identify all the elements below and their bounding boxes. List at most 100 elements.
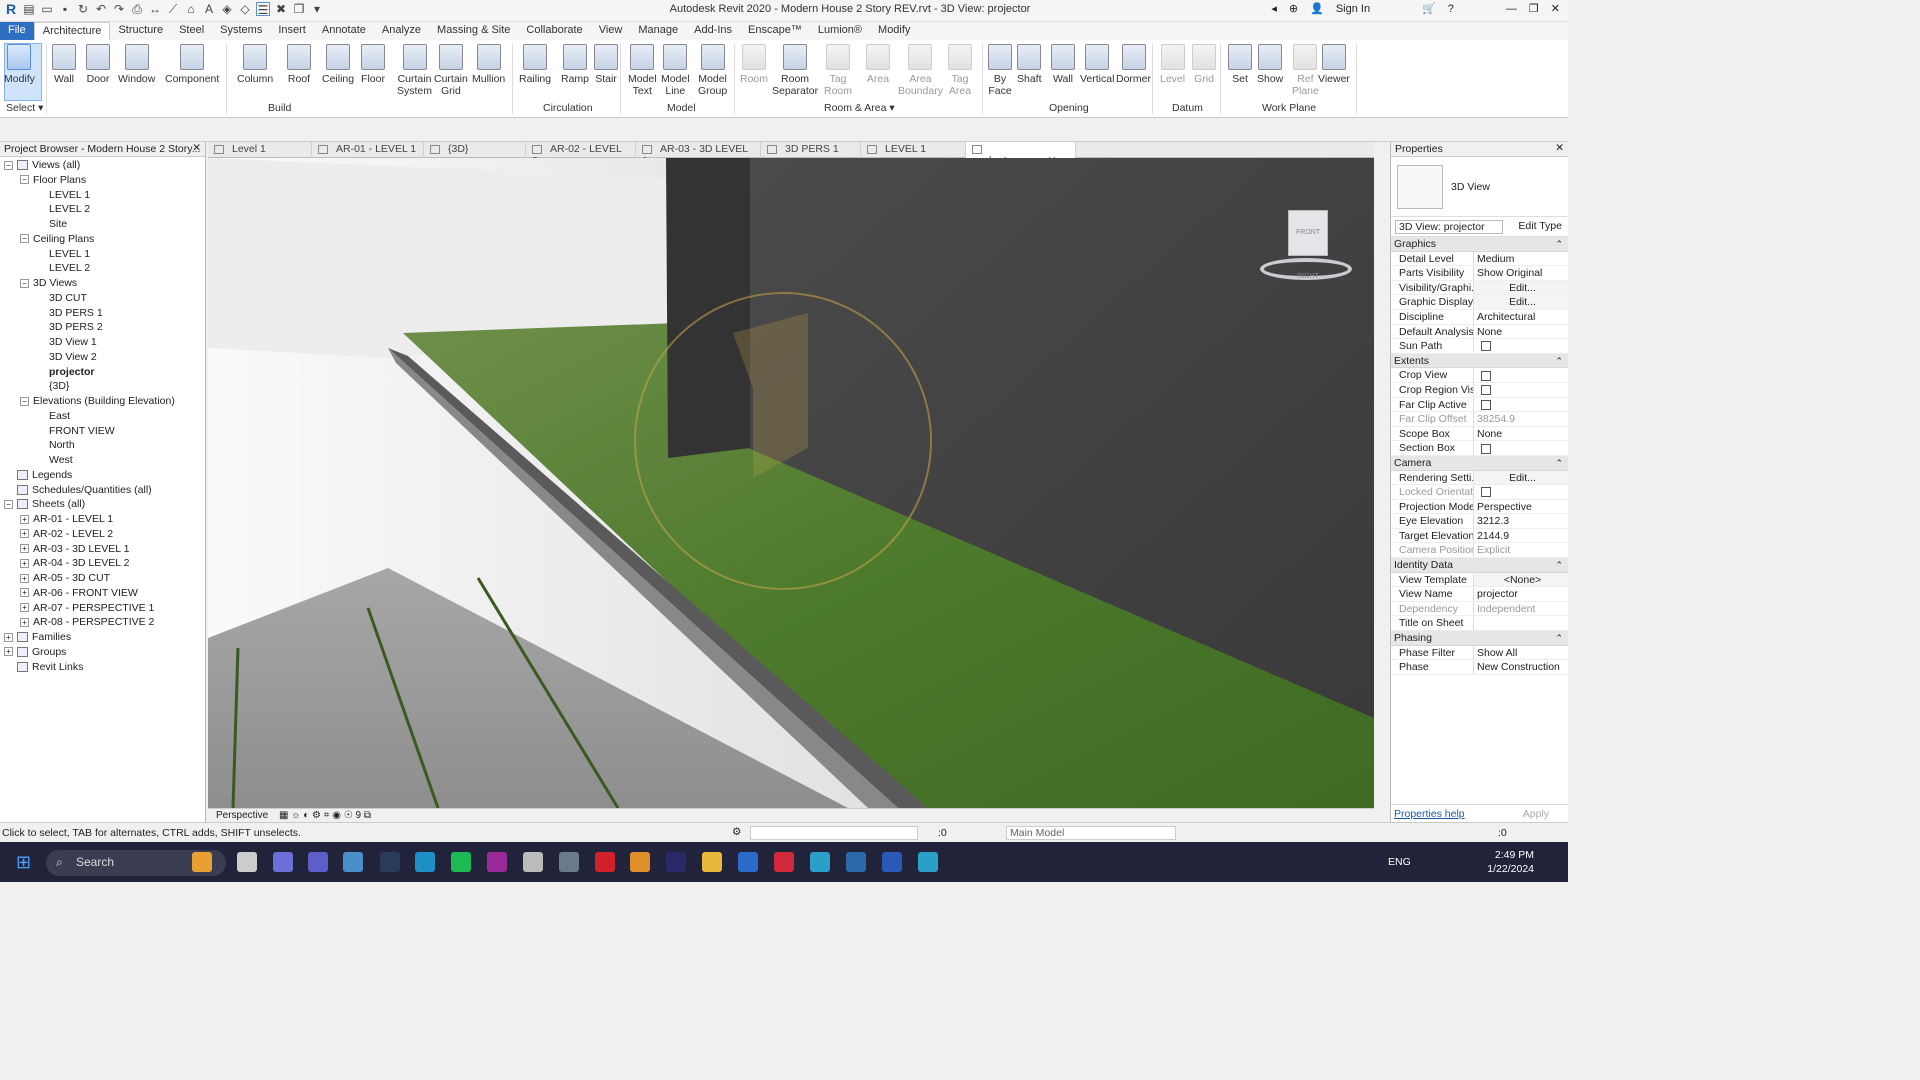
browser-item[interactable]: 3D View 2 [0, 350, 205, 365]
tab-systems[interactable]: Systems [212, 22, 270, 40]
model-group-tool[interactable]: Model Group [698, 44, 727, 97]
collapse-section-icon[interactable]: ⌃ [1555, 631, 1563, 646]
after-effects-icon[interactable] [666, 852, 686, 872]
browser-item[interactable]: − Views (all) [0, 158, 205, 173]
collapse-section-icon[interactable]: ⌃ [1555, 354, 1563, 369]
view-tab[interactable]: 3D PERS 1 [761, 142, 861, 158]
lightroom-classic-icon[interactable] [380, 852, 400, 872]
start-icon[interactable]: ⊞ [16, 852, 31, 873]
property-value[interactable] [1474, 339, 1568, 353]
collapse-icon[interactable]: − [20, 278, 29, 288]
property-value[interactable]: Medium [1474, 252, 1568, 266]
property-value[interactable] [1474, 398, 1568, 412]
opera-icon[interactable] [595, 852, 615, 872]
widgets-icon[interactable] [192, 852, 212, 872]
browser-item[interactable]: {3D} [0, 379, 205, 394]
column-tool[interactable]: Column [237, 44, 273, 85]
mullion-tool[interactable]: Mullion [472, 44, 505, 85]
expand-icon[interactable]: + [4, 647, 13, 657]
close-icon[interactable]: ✕ [1551, 2, 1560, 15]
apply-button[interactable]: Apply [1523, 808, 1549, 820]
modify-tool[interactable]: Modify [4, 44, 35, 85]
property-value[interactable]: None [1474, 427, 1568, 441]
browser-item[interactable]: − Floor Plans [0, 173, 205, 188]
tab-insert[interactable]: Insert [270, 22, 314, 40]
shaft-tool[interactable]: Shaft [1017, 44, 1042, 85]
browser-item[interactable]: North [0, 438, 205, 453]
browser-item[interactable]: + Families [0, 630, 205, 645]
property-value[interactable]: 3212.3 [1474, 514, 1568, 528]
floor-tool[interactable]: Floor [361, 44, 385, 85]
collapse-icon[interactable]: − [20, 234, 29, 244]
browser-item[interactable]: projector [0, 365, 205, 380]
property-value[interactable] [1474, 616, 1568, 630]
panel-label-select-label[interactable]: Select ▾ [6, 102, 43, 114]
wall-tool[interactable]: Wall [52, 44, 76, 85]
taskbar-clock[interactable]: 2:49 PM 1/22/2024 [1487, 848, 1534, 876]
worksharing-icon[interactable]: ⧉ [364, 810, 371, 821]
view-instance-dropdown[interactable]: 3D View: projector [1395, 220, 1503, 234]
model-text-tool[interactable]: Model Text [628, 44, 657, 97]
view-tab[interactable]: LEVEL 1 [861, 142, 966, 158]
show-tool[interactable]: Show [1257, 44, 1283, 85]
room-tool[interactable]: Room [740, 44, 768, 85]
infocenter-icon[interactable]: ◂ [1271, 2, 1277, 15]
view-tab[interactable]: projector✕ [966, 142, 1076, 167]
browser-item[interactable]: LEVEL 2 [0, 261, 205, 276]
view-tab[interactable]: {3D} [424, 142, 526, 158]
collapse-icon[interactable]: − [20, 175, 29, 185]
view-tab[interactable]: AR-03 - 3D LEVEL 1 [636, 142, 761, 167]
shadows-icon[interactable]: ◐ [303, 810, 309, 821]
property-value[interactable]: projector [1474, 587, 1568, 601]
property-checkbox[interactable] [1481, 385, 1491, 396]
property-value[interactable]: Show All [1474, 646, 1568, 660]
property-edit-button[interactable]: Edit... [1474, 470, 1568, 485]
collapse-icon[interactable]: − [4, 499, 13, 509]
workset-icon[interactable]: ⚙ [732, 826, 741, 838]
browser-item[interactable]: + AR-01 - LEVEL 1 [0, 512, 205, 527]
opening-wall-tool[interactable]: Wall [1051, 44, 1075, 85]
viewer-tool[interactable]: Viewer [1318, 44, 1350, 85]
sign-in-link[interactable]: Sign In [1336, 3, 1370, 15]
door-tool[interactable]: Door [86, 44, 110, 85]
railing-tool[interactable]: Railing [519, 44, 551, 85]
tag-room-tool[interactable]: Tag Room [824, 44, 852, 97]
browser-item[interactable]: Revit Links [0, 660, 205, 675]
browser-item[interactable]: + AR-02 - LEVEL 2 [0, 527, 205, 542]
property-section-header[interactable]: Phasing ⌃ [1391, 631, 1568, 646]
browser-item[interactable]: + AR-05 - 3D CUT [0, 571, 205, 586]
revit-2-icon[interactable] [810, 852, 830, 872]
property-value[interactable]: None [1474, 325, 1568, 339]
ceiling-tool[interactable]: Ceiling [322, 44, 354, 85]
expand-icon[interactable]: + [20, 573, 29, 583]
stair-tool[interactable]: Stair [594, 44, 618, 85]
hide-icon[interactable]: ◉ [332, 810, 341, 821]
property-edit-button[interactable]: <None> [1474, 572, 1568, 587]
property-section-header[interactable]: Identity Data ⌃ [1391, 558, 1568, 573]
collapse-icon[interactable]: − [4, 160, 13, 170]
set-tool[interactable]: Set [1228, 44, 1252, 85]
browser-item[interactable]: East [0, 409, 205, 424]
tab-collaborate[interactable]: Collaborate [518, 22, 590, 40]
browser-item[interactable]: FRONT VIEW [0, 424, 205, 439]
property-value[interactable] [1474, 441, 1568, 455]
browser-item[interactable]: 3D View 1 [0, 335, 205, 350]
tab-enscape-[interactable]: Enscape™ [740, 22, 810, 40]
property-value[interactable]: Perspective [1474, 500, 1568, 514]
property-checkbox[interactable] [1481, 370, 1491, 381]
curtain-grid-tool[interactable]: Curtain Grid [434, 44, 468, 97]
close-properties-icon[interactable]: ✕ [1555, 142, 1564, 154]
edge-icon[interactable] [415, 852, 435, 872]
room-separator-tool[interactable]: Room Separator [772, 44, 818, 97]
tab-modify[interactable]: Modify [870, 22, 918, 40]
cart-icon[interactable]: 🛒 [1422, 2, 1436, 15]
revit-icon[interactable] [738, 852, 758, 872]
tab-analyze[interactable]: Analyze [374, 22, 429, 40]
browser-item[interactable]: Schedules/Quantities (all) [0, 483, 205, 498]
word-icon[interactable] [882, 852, 902, 872]
browser-item[interactable]: LEVEL 1 [0, 247, 205, 262]
property-section-header[interactable]: Camera ⌃ [1391, 455, 1568, 471]
property-checkbox[interactable] [1481, 399, 1491, 410]
browser-item[interactable]: + AR-07 - PERSPECTIVE 1 [0, 601, 205, 616]
by-face-tool[interactable]: By Face [988, 44, 1012, 97]
